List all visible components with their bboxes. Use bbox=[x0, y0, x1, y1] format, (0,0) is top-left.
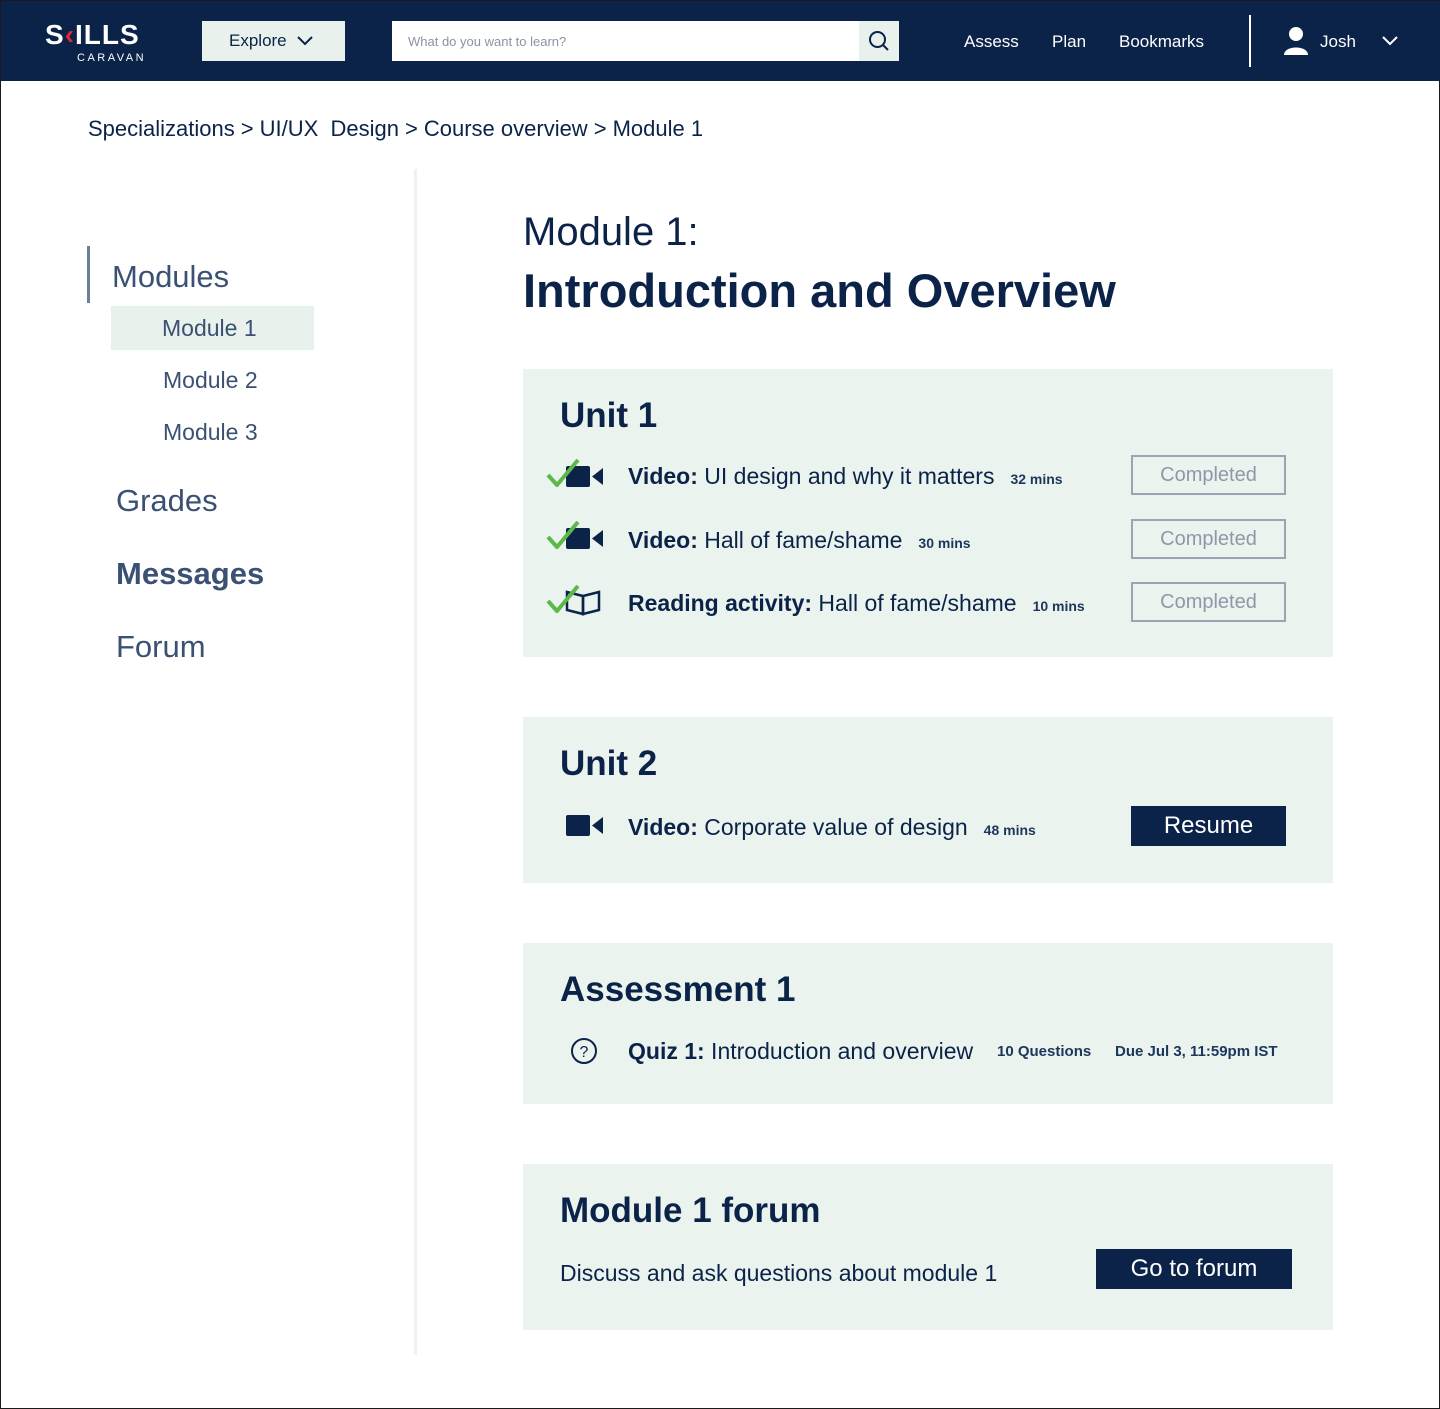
sidebar-divider bbox=[414, 169, 417, 1355]
user-menu[interactable]: Josh bbox=[1283, 25, 1403, 57]
logo-subtitle: CARAVAN bbox=[77, 52, 147, 64]
quiz-question-icon: ? bbox=[571, 1038, 597, 1064]
page-frame: S‹ILLS CARAVAN Explore Assess Plan Bookm… bbox=[0, 0, 1440, 1409]
search-button[interactable] bbox=[859, 21, 899, 61]
nav-bookmarks[interactable]: Bookmarks bbox=[1119, 31, 1204, 53]
unit-1-card: Unit 1 Video: UI design and why it matte… bbox=[523, 369, 1333, 657]
video-completed-icon bbox=[546, 458, 603, 487]
chevron-down-icon bbox=[297, 36, 313, 46]
checkmark-icon bbox=[546, 584, 580, 613]
sidebar-item-module-1[interactable]: Module 1 bbox=[111, 306, 314, 350]
list-item: Reading activity: Hall of fame/shame 10 m… bbox=[523, 582, 1333, 622]
unit-1-title: Unit 1 bbox=[560, 396, 658, 435]
user-name: Josh bbox=[1320, 32, 1356, 51]
breadcrumb-separator: > bbox=[405, 116, 418, 141]
skills-caravan-logo[interactable]: S‹ILLS CARAVAN bbox=[45, 19, 155, 65]
search-icon bbox=[869, 31, 889, 51]
list-item: Video: Corporate value of design 48 mins … bbox=[523, 806, 1333, 846]
breadcrumb-uiux-design[interactable]: UI/UX Design bbox=[260, 116, 399, 141]
sidebar-item-forum[interactable]: Forum bbox=[116, 629, 206, 665]
sidebar-item-module-2[interactable]: Module 2 bbox=[111, 358, 314, 402]
forum-card-description: Discuss and ask questions about module 1 bbox=[560, 1260, 998, 1286]
list-item: Video: Hall of fame/shame 30 mins Complet… bbox=[523, 519, 1333, 559]
quiz-question-count: 10 Questions bbox=[997, 1043, 1092, 1060]
nav-plan[interactable]: Plan bbox=[1052, 31, 1086, 53]
completed-status-button[interactable]: Completed bbox=[1131, 455, 1286, 495]
item-title[interactable]: Reading activity: Hall of fame/shame 10 m… bbox=[628, 589, 1085, 620]
assessment-1-card: Assessment 1 ? Quiz 1: Introduction and … bbox=[523, 943, 1333, 1104]
go-to-forum-button[interactable]: Go to forum bbox=[1096, 1249, 1292, 1289]
video-completed-icon bbox=[546, 521, 603, 549]
sidebar-item-messages[interactable]: Messages bbox=[116, 556, 264, 592]
top-nav-bar: S‹ILLS CARAVAN Explore Assess Plan Bookm… bbox=[1, 1, 1440, 81]
breadcrumb-module-1[interactable]: Module 1 bbox=[613, 116, 704, 141]
chevron-down-icon bbox=[1382, 36, 1398, 46]
logo-wordmark: S‹ILLS bbox=[45, 19, 140, 50]
unit-2-title: Unit 2 bbox=[560, 744, 658, 783]
item-title[interactable]: Video: Corporate value of design 48 mins bbox=[628, 813, 1036, 844]
resume-button[interactable]: Resume bbox=[1131, 806, 1286, 846]
item-duration: 30 mins bbox=[918, 535, 971, 551]
breadcrumb: Specializations > UI/UX Design > Course over… bbox=[88, 115, 703, 143]
quiz-due-date: Due Jul 3, 11:59pm IST bbox=[1115, 1043, 1278, 1060]
completed-status-button[interactable]: Completed bbox=[1131, 519, 1286, 559]
search-bar bbox=[392, 21, 899, 61]
quiz-title[interactable]: Quiz 1: Introduction and overview bbox=[628, 1037, 973, 1065]
breadcrumb-separator: > bbox=[593, 116, 607, 141]
sidebar-item-grades[interactable]: Grades bbox=[116, 483, 218, 519]
book-completed-icon bbox=[546, 584, 601, 616]
item-title[interactable]: Video: UI design and why it matters 32 mi… bbox=[628, 462, 1063, 493]
explore-label: Explore bbox=[229, 31, 287, 50]
sidebar-modules-heading[interactable]: Modules bbox=[112, 259, 229, 295]
breadcrumb-course-overview[interactable]: Course overview bbox=[424, 116, 588, 141]
assessment-1-title: Assessment 1 bbox=[560, 970, 796, 1009]
breadcrumb-specializations[interactable]: Specializations bbox=[88, 116, 235, 141]
video-icon bbox=[566, 815, 603, 836]
item-duration: 10 mins bbox=[1032, 598, 1085, 614]
item-duration: 48 mins bbox=[983, 822, 1036, 838]
forum-card-title: Module 1 forum bbox=[560, 1191, 821, 1230]
svg-text:?: ? bbox=[580, 1044, 589, 1061]
nav-assess[interactable]: Assess bbox=[964, 31, 1019, 53]
item-duration: 32 mins bbox=[1010, 471, 1063, 487]
nav-divider bbox=[1249, 15, 1251, 67]
sidebar-active-indicator bbox=[87, 246, 90, 303]
module-number-heading: Module 1: bbox=[523, 210, 699, 254]
unit-2-card: Unit 2 Video: Corporate value of design 4… bbox=[523, 717, 1333, 883]
search-input[interactable] bbox=[392, 21, 859, 61]
logo-accent: ‹ bbox=[64, 19, 76, 50]
user-avatar-icon bbox=[1284, 27, 1308, 55]
sidebar-item-module-3[interactable]: Module 3 bbox=[111, 410, 314, 454]
list-item: ? Quiz 1: Introduction and overview 10 Q… bbox=[523, 1030, 1333, 1070]
page-title: Introduction and Overview bbox=[523, 264, 1116, 317]
explore-dropdown[interactable]: Explore bbox=[202, 21, 345, 61]
module-forum-card: Module 1 forum Discuss and ask questions… bbox=[523, 1164, 1333, 1330]
item-title[interactable]: Video: Hall of fame/shame 30 mins bbox=[628, 526, 971, 557]
completed-status-button[interactable]: Completed bbox=[1131, 582, 1286, 622]
breadcrumb-separator: > bbox=[240, 116, 254, 141]
list-item: Video: UI design and why it matters 32 mi… bbox=[523, 455, 1333, 495]
